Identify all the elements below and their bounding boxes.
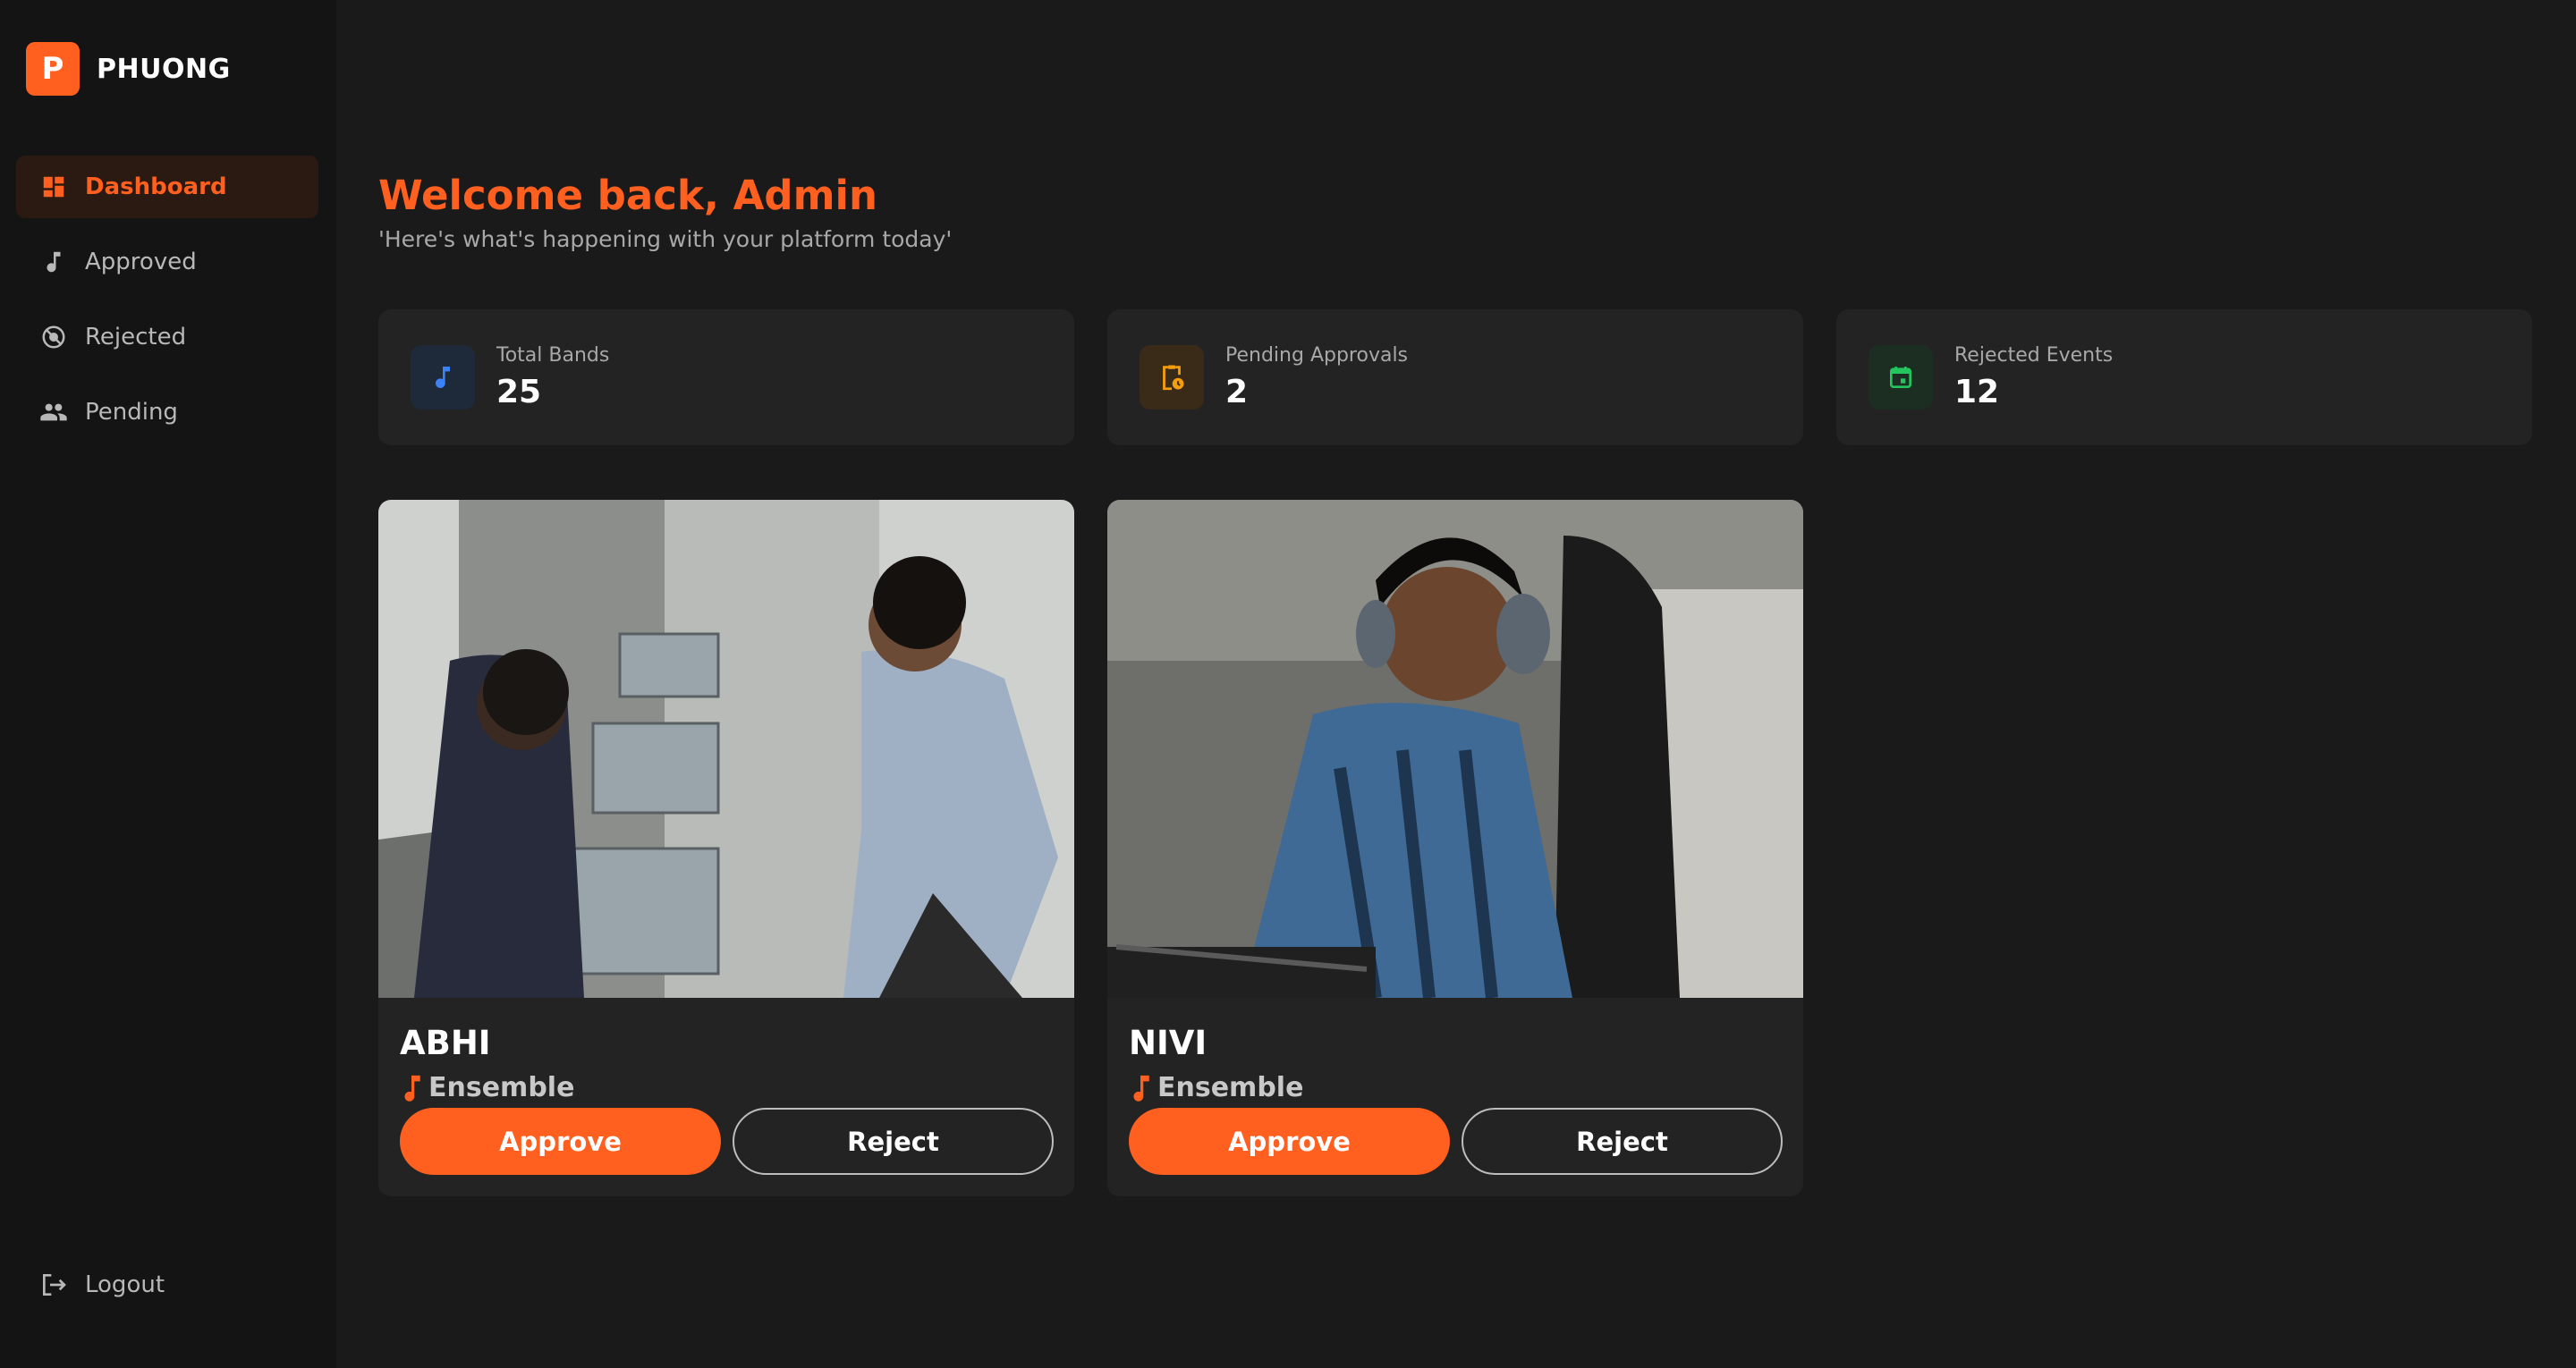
sidebar-item-label: Pending (85, 399, 178, 426)
music-note-icon (411, 345, 475, 410)
reject-button[interactable]: Reject (1462, 1108, 1783, 1175)
sidebar-item-dashboard[interactable]: Dashboard (16, 156, 318, 218)
sidebar-item-label: Dashboard (85, 173, 227, 200)
band-name: NIVI (1129, 1024, 1208, 1062)
band-cards: ABHI Ensemble Approve Reject NIVI Ensemb… (378, 500, 1803, 1196)
sidebar-item-label: Rejected (85, 324, 187, 350)
band-genre: Ensemble (1129, 1072, 1303, 1103)
sidebar-item-approved[interactable]: Approved (16, 231, 318, 293)
band-photo (378, 500, 1074, 998)
calendar-icon (1868, 345, 1933, 410)
band-card: ABHI Ensemble Approve Reject (378, 500, 1074, 1196)
band-genre-label: Ensemble (428, 1072, 575, 1103)
brand-logo[interactable]: P PHUONG (26, 42, 231, 96)
logout-label: Logout (85, 1271, 165, 1298)
page-title: Welcome back, Admin (378, 172, 877, 219)
sidebar: P PHUONG Dashboard Approved Rejected Pen… (0, 0, 336, 1368)
sidebar-item-pending[interactable]: Pending (16, 381, 318, 443)
stat-value: 25 (496, 374, 542, 410)
card-actions: Approve Reject (1129, 1108, 1783, 1175)
people-icon (38, 397, 69, 427)
card-actions: Approve Reject (400, 1108, 1054, 1175)
dashboard-icon (38, 172, 69, 202)
logout-button[interactable]: Logout (38, 1270, 165, 1300)
main-content: Welcome back, Admin 'Here's what's happe… (336, 0, 2576, 1368)
band-card: NIVI Ensemble Approve Reject (1107, 500, 1803, 1196)
approve-button[interactable]: Approve (400, 1108, 721, 1175)
music-note-icon (38, 247, 69, 277)
music-note-icon (1133, 1075, 1149, 1102)
stat-value: 12 (1954, 374, 2000, 410)
page-subtitle: 'Here's what's happening with your platf… (378, 226, 953, 252)
stat-value: 2 (1225, 374, 1249, 410)
stat-label: Total Bands (496, 344, 610, 367)
block-icon (38, 322, 69, 352)
stat-label: Pending Approvals (1225, 344, 1409, 367)
stat-card-rejected-events: Rejected Events 12 (1836, 309, 2532, 445)
music-note-icon (404, 1075, 420, 1102)
sidebar-item-label: Approved (85, 249, 197, 275)
stats-row: Total Bands 25 Pending Approvals 2 Rejec… (378, 309, 2532, 445)
band-photo (1107, 500, 1803, 998)
stat-card-pending-approvals: Pending Approvals 2 (1107, 309, 1803, 445)
sidebar-nav: Dashboard Approved Rejected Pending (16, 156, 318, 456)
clipboard-clock-icon (1140, 345, 1204, 410)
band-genre-label: Ensemble (1157, 1072, 1304, 1103)
sidebar-item-rejected[interactable]: Rejected (16, 306, 318, 368)
approve-button[interactable]: Approve (1129, 1108, 1450, 1175)
logout-icon (38, 1270, 69, 1300)
band-name: ABHI (400, 1024, 491, 1062)
brand-name: PHUONG (97, 53, 231, 85)
stat-label: Rejected Events (1954, 344, 2114, 367)
reject-button[interactable]: Reject (733, 1108, 1054, 1175)
band-genre: Ensemble (400, 1072, 574, 1103)
stat-card-total-bands: Total Bands 25 (378, 309, 1074, 445)
logo-badge: P (26, 42, 80, 96)
